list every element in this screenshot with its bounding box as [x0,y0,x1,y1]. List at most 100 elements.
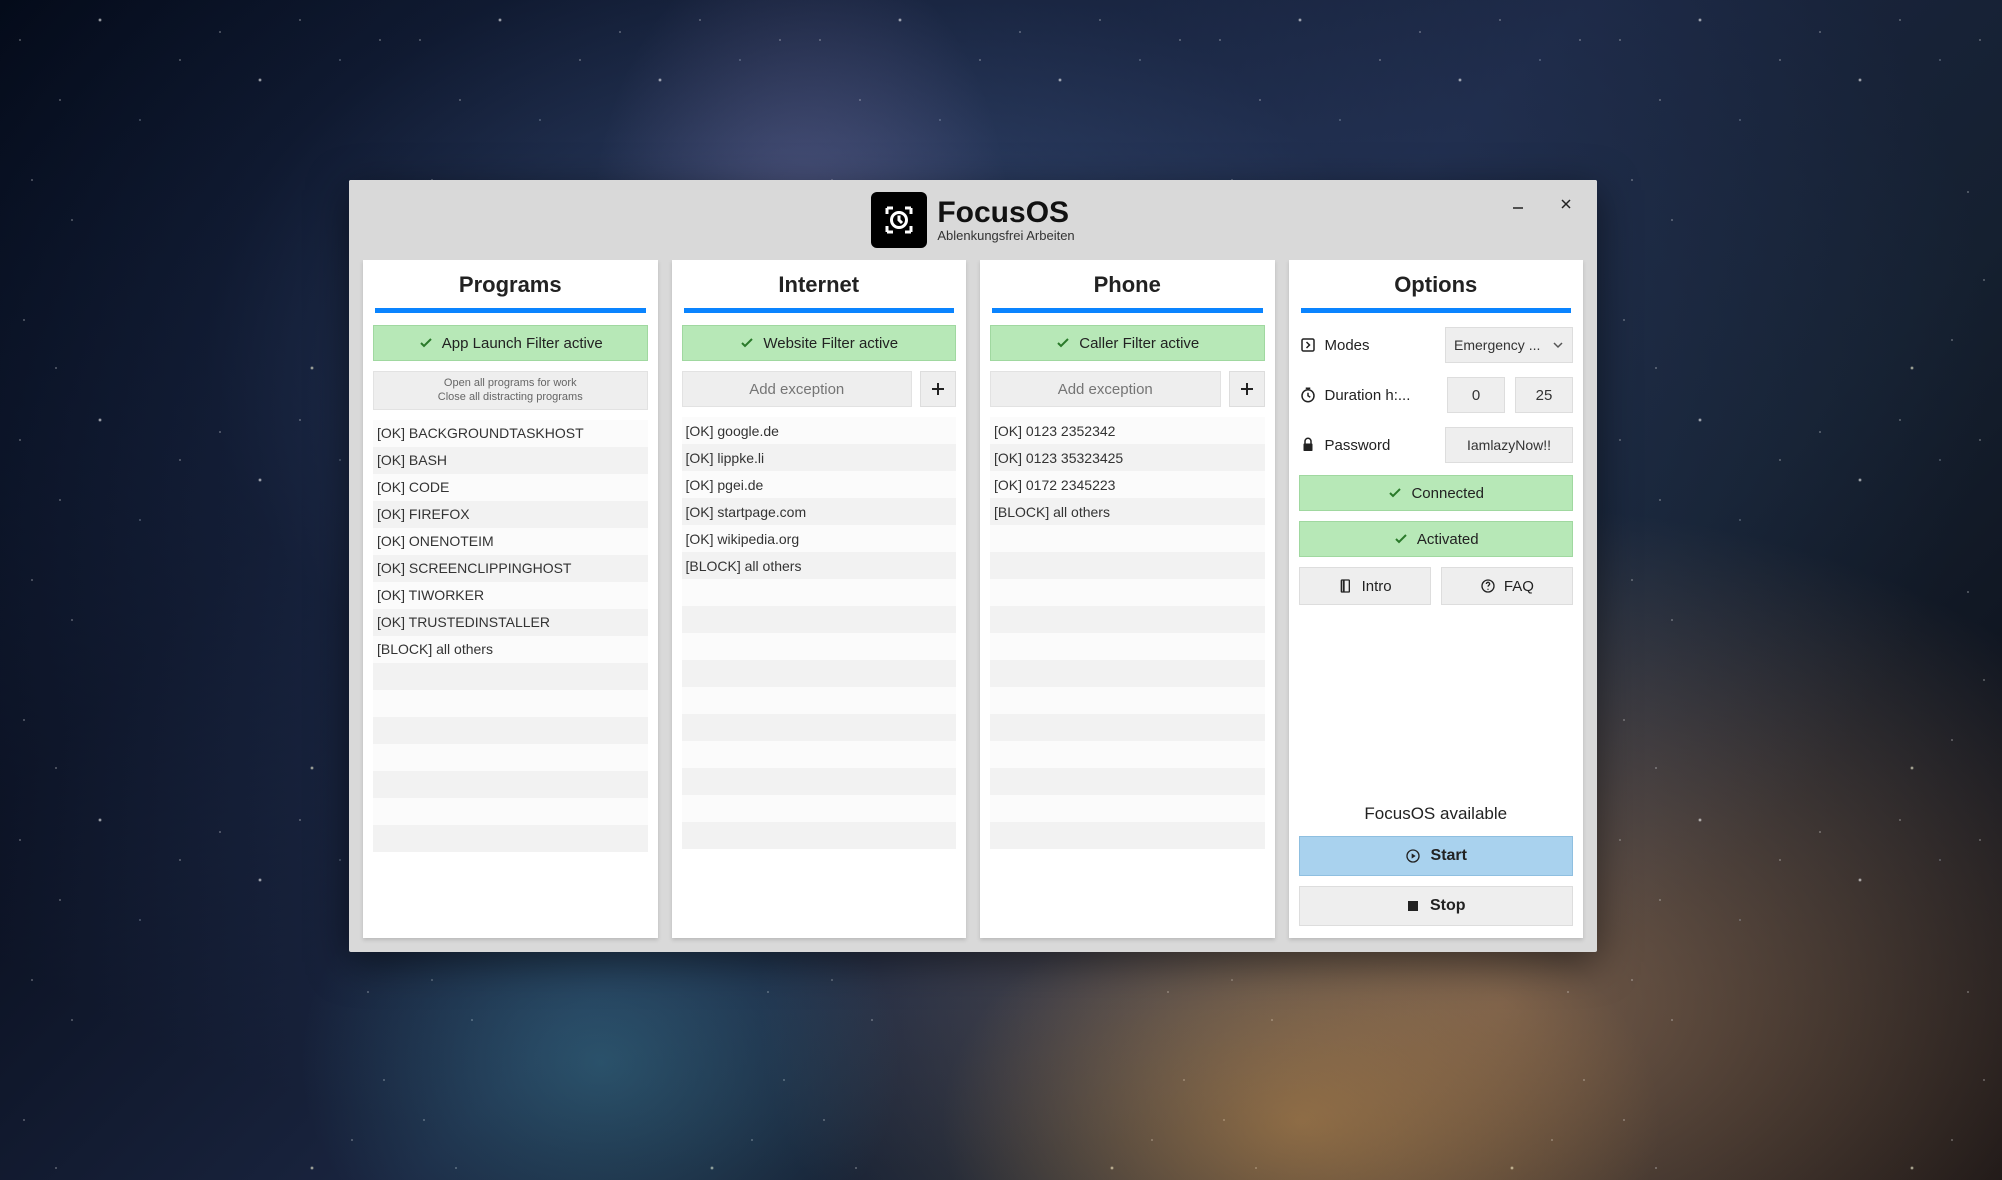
list-item: . [990,552,1265,579]
list-item: . [682,660,957,687]
check-icon [739,335,755,351]
list-item: . [682,579,957,606]
list-item: . [682,741,957,768]
duration-minutes-input[interactable] [1515,377,1573,413]
list-item[interactable]: [OK] FIREFOX [373,501,648,528]
programs-filter-status[interactable]: App Launch Filter active [373,325,648,361]
list-item: . [682,822,957,849]
start-label: Start [1431,847,1467,865]
check-icon [418,335,434,351]
close-button[interactable] [1543,188,1589,220]
internet-add-button[interactable] [920,371,956,407]
start-button[interactable]: Start [1299,836,1574,876]
list-item: . [990,741,1265,768]
modes-label: Modes [1325,337,1370,354]
list-item[interactable]: [OK] BACKGROUNDTASKHOST [373,420,648,447]
list-item[interactable]: [OK] 0123 35323425 [990,444,1265,471]
divider [1301,308,1572,313]
list-item: . [682,633,957,660]
phone-panel: Phone Caller Filter active [OK] 0123 235… [980,260,1275,938]
play-icon [1405,848,1421,864]
list-item[interactable]: [OK] BASH [373,447,648,474]
phone-add-button[interactable] [1229,371,1265,407]
check-icon [1387,485,1403,501]
programs-panel: Programs App Launch Filter active Open a… [363,260,658,938]
internet-panel: Internet Website Filter active [OK] goog… [672,260,967,938]
app-subtitle: Ablenkungsfrei Arbeiten [937,229,1074,243]
connected-status[interactable]: Connected [1299,475,1574,511]
minimize-button[interactable] [1495,188,1541,220]
list-item[interactable]: [OK] CODE [373,474,648,501]
connected-text: Connected [1411,485,1484,502]
list-item: . [990,768,1265,795]
timer-icon [1299,386,1317,404]
list-item[interactable]: [OK] TIWORKER [373,582,648,609]
list-item: . [373,825,648,852]
faq-label: FAQ [1504,578,1534,595]
list-item[interactable]: [BLOCK] all others [373,636,648,663]
divider [684,308,955,313]
availability-text: FocusOS available [1299,804,1574,824]
list-item[interactable]: [OK] startpage.com [682,498,957,525]
chevron-down-icon [1552,339,1564,351]
list-item: . [373,771,648,798]
app-window: FocusOS Ablenkungsfrei Arbeiten Programs… [349,180,1597,952]
list-item[interactable]: [OK] pgei.de [682,471,957,498]
phone-filter-status[interactable]: Caller Filter active [990,325,1265,361]
modes-icon [1299,336,1317,354]
modes-select[interactable]: Emergency ... [1445,327,1573,363]
list-item[interactable]: [OK] google.de [682,417,957,444]
app-title: FocusOS [937,196,1074,229]
stop-button[interactable]: Stop [1299,886,1574,926]
help-icon [1480,578,1496,594]
programs-hint-line2: Close all distracting programs [380,390,641,404]
list-item: . [990,606,1265,633]
list-item[interactable]: [OK] ONENOTEIM [373,528,648,555]
intro-button[interactable]: Intro [1299,567,1431,605]
modes-value: Emergency ... [1454,337,1552,353]
list-item: . [682,687,957,714]
list-item[interactable]: [BLOCK] all others [990,498,1265,525]
programs-title: Programs [373,272,648,308]
list-item[interactable]: [OK] wikipedia.org [682,525,957,552]
programs-status-text: App Launch Filter active [442,335,603,352]
options-panel: Options Modes Emergency ... Duration h:.… [1289,260,1584,938]
plus-icon [930,381,946,397]
password-label: Password [1325,437,1391,454]
password-input[interactable] [1445,427,1573,463]
stop-label: Stop [1430,897,1466,915]
list-item: . [373,663,648,690]
list-item: . [990,795,1265,822]
activated-status[interactable]: Activated [1299,521,1574,557]
internet-filter-status[interactable]: Website Filter active [682,325,957,361]
list-item: . [682,714,957,741]
check-icon [1393,531,1409,547]
list-item: . [373,798,648,825]
list-item: . [373,717,648,744]
list-item: . [682,606,957,633]
internet-status-text: Website Filter active [763,335,898,352]
list-item[interactable]: [OK] 0123 2352342 [990,417,1265,444]
programs-list: [OK] BACKGROUNDTASKHOST[OK] BASH[OK] COD… [373,420,648,926]
options-title: Options [1299,272,1574,308]
list-item[interactable]: [OK] 0172 2345223 [990,471,1265,498]
duration-hours-input[interactable] [1447,377,1505,413]
list-item[interactable]: [BLOCK] all others [682,552,957,579]
stop-icon [1406,899,1420,913]
list-item: . [990,687,1265,714]
list-item: . [990,633,1265,660]
plus-icon [1239,381,1255,397]
list-item: . [990,579,1265,606]
list-item: . [990,660,1265,687]
list-item: . [990,525,1265,552]
list-item[interactable]: [OK] TRUSTEDINSTALLER [373,609,648,636]
phone-title: Phone [990,272,1265,308]
phone-add-exception-input[interactable] [990,371,1221,407]
intro-label: Intro [1362,578,1392,595]
list-item[interactable]: [OK] SCREENCLIPPINGHOST [373,555,648,582]
list-item[interactable]: [OK] lippke.li [682,444,957,471]
book-icon [1338,578,1354,594]
internet-add-exception-input[interactable] [682,371,913,407]
faq-button[interactable]: FAQ [1441,567,1573,605]
internet-list: [OK] google.de[OK] lippke.li[OK] pgei.de… [682,417,957,926]
